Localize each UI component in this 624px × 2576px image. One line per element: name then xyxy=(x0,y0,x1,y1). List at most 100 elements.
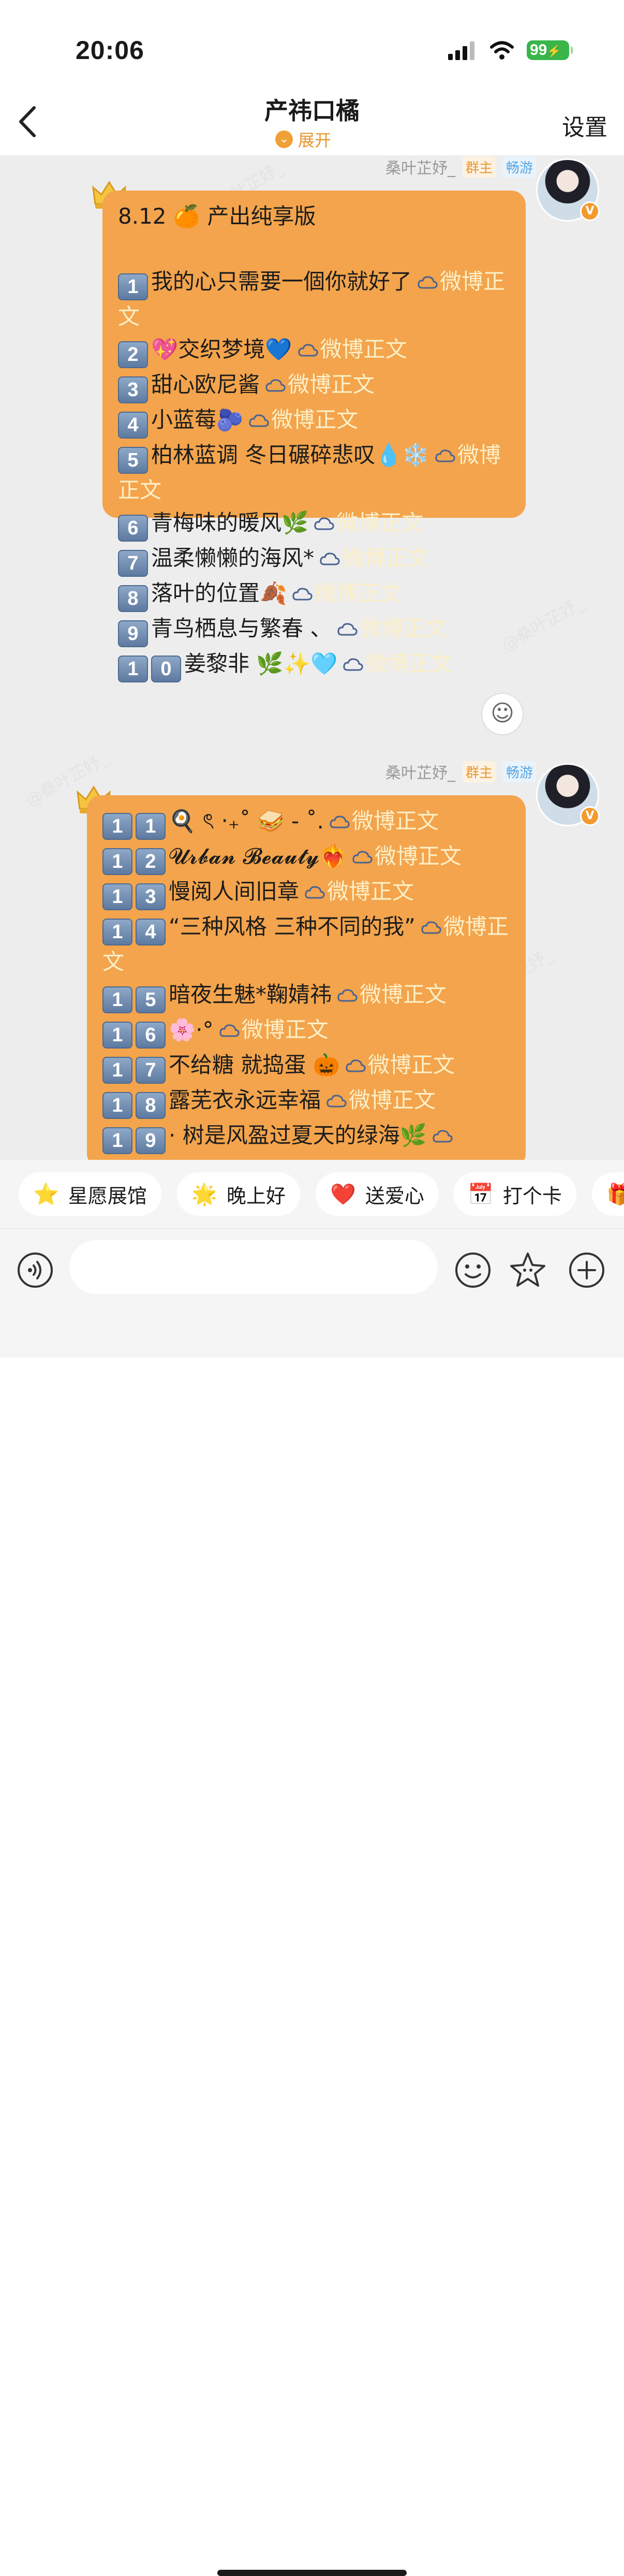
weibo-link-icon xyxy=(337,989,358,1002)
weibo-link[interactable]: 微博正文 xyxy=(314,545,429,571)
settings-button[interactable]: 设置 xyxy=(562,109,607,142)
keycap-number-icon: 3 xyxy=(118,376,148,403)
keycap-number-icon: 1 xyxy=(118,273,148,300)
keycap-number-icon: 1 xyxy=(136,813,166,840)
weibo-link-label: 微博正文 xyxy=(342,545,429,571)
weibo-link[interactable]: 微博正文 xyxy=(308,510,423,535)
keycap-number-icon: 1 xyxy=(102,1127,132,1154)
wifi-icon xyxy=(490,41,514,60)
quick-action-chip[interactable]: 🌟 晚上好 xyxy=(177,1172,300,1216)
keycap-number-icon: 7 xyxy=(136,1057,166,1084)
smiling-star-icon: 🌟 xyxy=(191,1182,217,1206)
keycap-number-icon: 1 xyxy=(102,1092,132,1119)
keycap-number-icon: 9 xyxy=(118,620,148,647)
message-line: 1 6 🌸·° 微博正文 xyxy=(102,1013,513,1049)
message-line: 1 我的心只需要一個你就好了 微博正文 xyxy=(118,265,513,333)
chat-area[interactable]: @桑叶芷妤_ @桑叶芷妤_ @桑叶芷妤_ @桑叶芷妤_ 桑叶芷妤_ 群主 畅游 … xyxy=(0,155,624,1160)
weibo-link-label: 微博正文 xyxy=(368,1052,455,1078)
weibo-link[interactable]: 微博正文 xyxy=(324,808,439,834)
avatar[interactable]: V xyxy=(536,158,600,222)
line-text: 🍳 ৎ ‧₊˚ 🥪 - ˚. xyxy=(169,808,324,834)
verified-badge-icon: V xyxy=(580,806,600,826)
keycap-number-icon: 2 xyxy=(136,848,166,875)
avatar[interactable]: V xyxy=(536,763,600,826)
plus-icon[interactable] xyxy=(567,1250,606,1290)
line-text: 甜心欧尼酱 xyxy=(151,372,260,397)
line-text: 露芜衣永远幸福 xyxy=(169,1087,321,1113)
weibo-link[interactable]: 微博正文 xyxy=(292,337,407,362)
expand-toggle[interactable]: ⌄ 展开 xyxy=(275,128,331,150)
game-badge: 畅游 xyxy=(502,761,536,782)
message-line: 1 8 露芜衣永远幸福 微博正文 xyxy=(102,1084,513,1119)
home-indicator xyxy=(217,2570,407,2576)
weibo-link-icon xyxy=(343,658,363,671)
keycap-number-icon: 1 xyxy=(102,919,132,945)
message-line xyxy=(118,232,513,265)
game-badge: 畅游 xyxy=(502,156,536,178)
weibo-link-label: 微博正文 xyxy=(315,580,402,606)
quick-actions-bar: ⭐ 星愿展馆 🌟 晚上好 ❤️ 送爱心 📅 打个卡 🎁 xyxy=(0,1160,624,1228)
keycap-number-icon: 8 xyxy=(136,1092,166,1119)
weibo-link[interactable]: 微博正文 xyxy=(347,843,462,869)
message-line: 2 💖交织梦境💙 微博正文 xyxy=(118,333,513,368)
weibo-link[interactable]: 微博正文 xyxy=(260,372,375,397)
keycap-number-icon: 5 xyxy=(118,447,148,474)
keycap-number-icon: 3 xyxy=(136,883,166,910)
line-text: 我的心只需要一個你就好了 xyxy=(151,269,412,294)
smile-plus-icon: ☺ xyxy=(491,700,514,726)
weibo-link[interactable]: 微博正文 xyxy=(321,1087,436,1113)
keycap-number-icon: 1 xyxy=(102,986,132,1013)
message-line: 1 3 慢阅人间旧章 微博正文 xyxy=(102,875,513,910)
message-line: 1 9 · 树是风盈过夏天的绿海🌿 xyxy=(102,1119,513,1154)
weibo-link-label: 微博正文 xyxy=(288,372,375,397)
add-reaction-button[interactable]: ☺ xyxy=(481,693,524,735)
chat-title: 产祎口橘 xyxy=(264,97,360,125)
chip-label: 星愿展馆 xyxy=(68,1184,147,1207)
weibo-link[interactable] xyxy=(427,1123,455,1148)
message-line: 7 温柔懒懒的海风* 微博正文 xyxy=(118,542,513,577)
weibo-link[interactable]: 微博正文 xyxy=(299,879,414,904)
weibo-link[interactable]: 微博正文 xyxy=(287,580,402,606)
message-sender-row: 桑叶芷妤_ 群主 畅游 xyxy=(385,155,536,178)
weibo-link[interactable]: 微博正文 xyxy=(332,616,447,641)
weibo-link[interactable]: 微博正文 xyxy=(340,1052,455,1078)
weibo-link[interactable]: 微博正文 xyxy=(337,651,452,676)
emoji-icon[interactable] xyxy=(453,1250,493,1290)
weibo-link-icon xyxy=(249,414,269,427)
navigation-bar: 产祎口橘 ⌄ 展开 设置 xyxy=(0,88,624,155)
message-line: 3 甜心欧尼酱 微博正文 xyxy=(118,368,513,403)
keycap-number-icon: 1 xyxy=(118,656,148,682)
line-text: 小蓝莓🫐 xyxy=(151,407,244,432)
chat-message: 桑叶芷妤_ 群主 畅游 V 1 1 🍳 ৎ ‧₊˚ 🥪 - ˚. 微博正文 1 2 𝓤𝓻𝓫𝓪… xyxy=(0,760,624,1160)
weibo-link[interactable]: 微博正文 xyxy=(332,982,447,1007)
message-line: 1 5 暗夜生魅*鞠婧祎 微博正文 xyxy=(102,978,513,1013)
message-input[interactable] xyxy=(69,1240,438,1294)
keycap-number-icon: 1 xyxy=(102,813,132,840)
quick-action-chip[interactable]: 📅 打个卡 xyxy=(453,1172,576,1216)
weibo-link-icon xyxy=(330,816,350,828)
weibo-link-label: 微博正文 xyxy=(320,337,407,362)
voice-input-icon[interactable] xyxy=(17,1251,54,1289)
quick-action-chip[interactable]: ⭐ 星愿展馆 xyxy=(19,1172,161,1216)
quick-action-chip[interactable]: 🎁 xyxy=(592,1172,624,1216)
message-bubble[interactable]: 8.12 🍊 产出纯享版 1 我的心只需要一個你就好了 微博正文 2 💖交织梦境💙 微博正… xyxy=(102,191,526,682)
quick-action-chip[interactable]: ❤️ 送爱心 xyxy=(316,1172,439,1216)
message-line: 8.12 🍊 产出纯享版 xyxy=(118,200,513,232)
keycap-number-icon: 1 xyxy=(102,848,132,875)
cellular-signal-icon xyxy=(448,41,474,60)
sticker-star-icon[interactable] xyxy=(508,1250,547,1290)
weibo-link[interactable]: 微博正文 xyxy=(243,407,358,432)
weibo-link-label: 微博正文 xyxy=(327,879,414,904)
chip-label: 晚上好 xyxy=(226,1184,286,1207)
weibo-link-label: 微博正文 xyxy=(351,808,439,834)
weibo-link-label: 微博正文 xyxy=(271,407,359,432)
weibo-link-label: 微博正文 xyxy=(349,1087,436,1113)
weibo-link[interactable]: 微博正文 xyxy=(214,1017,329,1042)
weibo-link-icon xyxy=(314,517,334,530)
battery-indicator: 99⚡ xyxy=(527,40,573,60)
status-bar: 20:06 99⚡ xyxy=(0,0,624,88)
message-bubble[interactable]: 1 1 🍳 ৎ ‧₊˚ 🥪 - ˚. 微博正文 1 2 𝓤𝓻𝓫𝓪𝓷 𝓑𝓮𝓪𝓾𝓽𝔂❤️‍🔥 微博… xyxy=(87,795,526,1160)
weibo-link-icon xyxy=(433,1130,453,1143)
weibo-link-icon xyxy=(421,921,441,934)
weibo-link-icon xyxy=(292,588,313,601)
